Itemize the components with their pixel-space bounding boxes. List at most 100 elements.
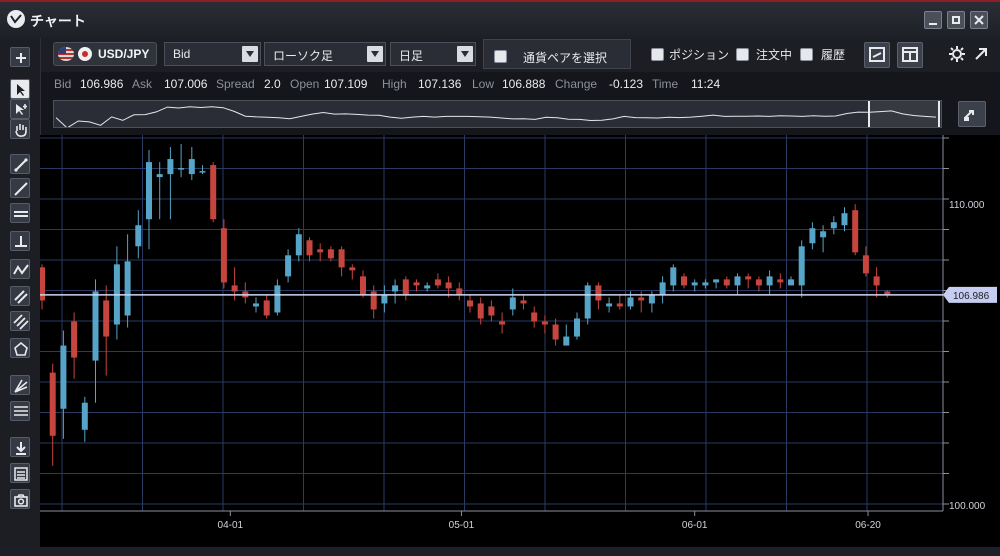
candle-body: [327, 249, 334, 259]
chart-type-select[interactable]: ローソク足: [264, 42, 386, 66]
object-list-button[interactable]: [10, 463, 30, 483]
candle-body: [402, 279, 409, 295]
close-button[interactable]: [970, 11, 988, 29]
settings-button[interactable]: [948, 45, 966, 63]
pointer-tool[interactable]: [10, 79, 30, 99]
chart-toolbar: USD/JPY Bid ローソク足 日足 通貨ペアを選択 ポジション 注文中 履…: [0, 38, 1000, 72]
chevron-down-icon: [457, 46, 473, 62]
chart-type-value: ローソク足: [273, 49, 334, 63]
wave-tool[interactable]: [10, 259, 30, 279]
trendline-tool[interactable]: [10, 154, 30, 174]
candle-body: [413, 282, 420, 286]
candle-body: [360, 276, 366, 295]
position-label: ポジション: [669, 48, 730, 62]
change-label: Change: [555, 77, 598, 91]
horizontal-line-icon: [14, 211, 28, 217]
fibonacci-tool[interactable]: [10, 401, 30, 421]
pair-select-label: 通貨ペアを選択: [523, 51, 608, 65]
vertical-line-tool[interactable]: [10, 231, 30, 251]
candle-body: [456, 288, 463, 295]
ask-label: Ask: [132, 77, 153, 91]
candle-body: [841, 213, 848, 226]
pan-tool[interactable]: [10, 119, 30, 139]
spread-value: 2.0: [264, 77, 281, 91]
window-refresh-icon: [869, 47, 885, 62]
candlestick-chart[interactable]: 110.000 100.000 04-01 05-01 06-01 06-20 106.98…: [39, 135, 1000, 547]
candle-body: [691, 282, 698, 286]
time-label: Time: [652, 77, 679, 91]
chart-canvas[interactable]: 110.000 100.000 04-01 05-01 06-01 06-20 106.98…: [39, 135, 1000, 547]
candle-body: [648, 294, 655, 304]
channel-tool[interactable]: [10, 286, 30, 306]
candle-body: [349, 267, 356, 271]
jp-flag-icon: [78, 47, 92, 61]
us-flag-icon: [58, 47, 74, 61]
crosshair-tool[interactable]: [10, 99, 30, 119]
candle-body: [777, 279, 784, 283]
period-select[interactable]: 日足: [390, 42, 476, 66]
fan-tool[interactable]: [10, 375, 30, 395]
candle-body: [103, 300, 110, 337]
position-checkbox[interactable]: [651, 48, 664, 61]
refresh-chart-button[interactable]: [864, 42, 890, 68]
cursor-arrow-icon: [17, 84, 25, 96]
fibonacci-icon: [14, 406, 28, 416]
shape-tool[interactable]: [10, 338, 30, 358]
popout-button[interactable]: [972, 45, 990, 63]
price-type-value: Bid: [173, 47, 191, 61]
maximize-button[interactable]: [947, 11, 965, 29]
candle-body: [445, 282, 452, 289]
bid-label: Bid: [54, 77, 72, 91]
order-label: 注文中: [756, 48, 793, 62]
high-label: High: [382, 77, 407, 91]
fit-view-button[interactable]: [958, 101, 986, 127]
screenshot-button[interactable]: [10, 489, 30, 509]
title-bar: チャート: [0, 0, 1000, 38]
order-checkbox[interactable]: [736, 48, 749, 61]
currency-pair-label: USD/JPY: [98, 47, 150, 61]
candle-body: [210, 165, 217, 220]
candle-body: [188, 159, 195, 175]
candle-body: [862, 255, 869, 274]
navigator-range-handle[interactable]: [868, 101, 940, 127]
candle-body: [424, 285, 431, 289]
candle-body: [563, 336, 570, 346]
candle-body: [873, 276, 880, 286]
candle-body: [135, 225, 142, 247]
drawing-tools-sidebar: [0, 38, 41, 548]
navigator-sparkline: [55, 106, 937, 129]
layout-button[interactable]: [897, 42, 923, 68]
candle-body: [830, 222, 837, 229]
add-button[interactable]: [10, 47, 30, 67]
candle-body: [253, 303, 259, 307]
navigator-line: [55, 106, 937, 129]
currency-pair-button[interactable]: USD/JPY: [53, 42, 157, 66]
history-checkbox[interactable]: [800, 48, 813, 61]
minimize-button[interactable]: [924, 11, 942, 29]
line-tool[interactable]: [10, 178, 30, 198]
high-value: 107.136: [418, 77, 462, 91]
pair-select-panel[interactable]: 通貨ペアを選択: [483, 39, 631, 69]
pair-select-checkbox[interactable]: [494, 50, 507, 63]
change-value: -0.123: [609, 77, 644, 91]
candle-body: [606, 303, 613, 307]
fan-icon: [14, 379, 28, 393]
candle-body: [167, 159, 174, 175]
diagonal-line-icon: [14, 182, 28, 196]
parallel-lines-tool[interactable]: [10, 311, 30, 331]
horizontal-line-tool[interactable]: [10, 203, 30, 223]
download-button[interactable]: [10, 437, 30, 457]
candle-body: [231, 285, 238, 292]
camera-icon: [14, 494, 28, 507]
candle-body: [745, 276, 752, 280]
candle-body: [434, 279, 441, 286]
app-logo-icon: [7, 10, 25, 28]
candle-body: [477, 303, 484, 319]
price-type-select[interactable]: Bid: [164, 42, 261, 66]
candle-body: [509, 297, 516, 310]
candle-body: [124, 261, 131, 316]
hand-icon: [15, 124, 27, 137]
candle-body: [146, 162, 152, 220]
list-icon: [14, 467, 28, 481]
chart-navigator[interactable]: [53, 100, 942, 129]
